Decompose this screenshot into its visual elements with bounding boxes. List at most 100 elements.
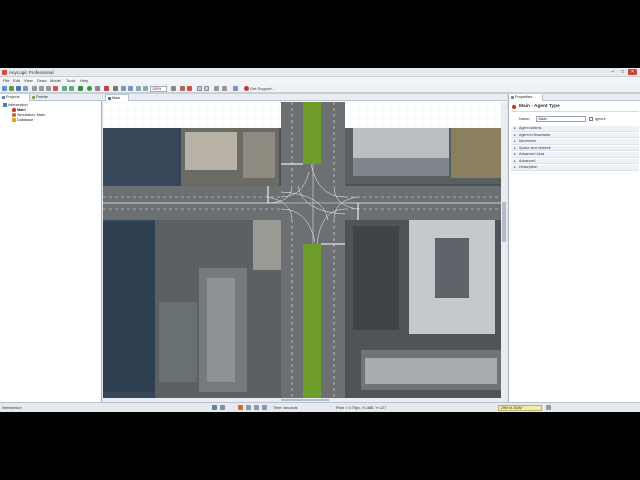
menu-draw[interactable]: Draw [37,78,46,83]
roof-bottom-left-2 [159,302,197,382]
median-south [303,244,321,398]
properties-divider [511,111,639,112]
snap-toggle-icon[interactable] [204,86,209,91]
zoom-select[interactable]: 100% [150,85,167,92]
properties-panel: Properties Main - Agent Type Name: Main … [508,94,640,402]
tab-properties[interactable]: Properties [509,94,543,101]
run-dropdown-icon[interactable] [95,86,100,91]
align-icon[interactable] [222,86,227,91]
section-advanced-java[interactable]: Advanced Java [511,152,639,158]
section-space-and-network[interactable]: Space and network [511,145,639,151]
tree-item-label: Intersection [8,103,28,107]
canvas-horizontal-scroll-thumb[interactable] [281,399,329,401]
zoom-in-status-icon[interactable] [254,405,259,410]
model-canvas[interactable] [103,102,507,402]
run-icon[interactable] [87,86,92,91]
agent-icon [107,96,111,101]
stop-icon[interactable] [104,86,109,91]
canvas-vertical-scroll-thumb[interactable] [502,202,506,242]
delete-icon[interactable] [53,86,58,91]
marker-icon[interactable] [187,86,192,91]
grid-icon[interactable] [212,405,217,410]
roof-top-right-2 [451,128,501,178]
section-description[interactable]: Description [511,165,639,171]
zoom-reset-icon[interactable] [143,86,148,91]
undo-icon[interactable] [62,86,67,91]
cursor-coordinates: Pixel = 0.75px, X=388, Y=127 [336,405,387,410]
median-north [303,102,321,164]
copy-icon[interactable] [39,86,44,91]
close-button[interactable]: × [628,69,637,75]
section-movement[interactable]: Movement [511,139,639,145]
pointer-icon[interactable] [180,86,185,91]
name-label: Name: [519,117,531,121]
palette-icon [31,95,35,100]
properties-title: Main - Agent Type [519,104,560,109]
roof-bottom-left-ridge [207,278,235,382]
status-selection: Intersection [2,405,22,410]
canvas-vertical-scrollbar[interactable] [501,102,507,402]
section-advanced[interactable]: Advanced [511,158,639,164]
rooftop-structure [435,238,469,298]
section-agent-actions[interactable]: Agent actions [511,126,639,132]
tab-projects[interactable]: Projects [0,94,30,101]
cut-icon[interactable] [32,86,37,91]
water-area-dark [103,222,158,392]
menu-file[interactable]: File [3,78,9,83]
support-icon [244,86,249,91]
time-units: Time: seconds [273,405,298,410]
debug-icon[interactable] [113,86,118,91]
tools-icon[interactable] [233,86,238,91]
window-title: AnyLogic Professional [9,70,54,75]
tree-item-database[interactable]: Database [12,118,33,123]
roof-bottom-right-1 [353,226,399,330]
layout-icon[interactable] [214,86,219,91]
menu-view[interactable]: View [24,78,33,83]
main-toolbar: 100% Get Support... [0,84,640,93]
tab-main-label: Main [112,96,121,100]
tab-main[interactable]: Main [105,94,129,101]
grid-toggle-icon[interactable] [197,86,202,91]
agent-icon [512,105,516,109]
minimize-button[interactable]: – [608,69,617,75]
properties-icon [510,95,514,100]
roof-top-left [185,132,237,170]
zoom-fit-icon[interactable] [136,86,141,91]
get-support-button[interactable]: Get Support... [250,86,275,91]
save-icon[interactable] [16,86,21,91]
maximize-button[interactable]: □ [618,69,627,75]
build-icon[interactable] [78,86,83,91]
zoom-out-icon[interactable] [128,86,133,91]
left-panel-tabs: Projects Palette [0,94,102,101]
section-agent-in-flowcharts[interactable]: Agent in flowcharts [511,132,639,138]
agent-icon [12,108,16,112]
memory-indicator[interactable]: 29M of 254M [498,404,542,411]
snap-icon[interactable] [220,405,225,410]
tree-item-label: Database [17,118,34,122]
tab-palette[interactable]: Palette [30,94,56,101]
paste-icon[interactable] [46,86,51,91]
open-icon[interactable] [9,86,14,91]
zoom-in-icon[interactable] [121,86,126,91]
anylogic-window: AnyLogic Professional – □ × File Edit Vi… [0,68,640,412]
database-icon [12,118,16,122]
zoom-fit-status-icon[interactable] [262,405,267,410]
new-icon[interactable] [2,86,7,91]
tree-item-label: Simulation: Main [17,113,46,117]
name-field[interactable]: Main [536,115,586,122]
tab-palette-label: Palette [36,95,48,99]
menu-tools[interactable]: Tools [66,78,75,83]
zoom-dropdown-icon[interactable] [171,86,176,91]
save-all-icon[interactable] [23,86,28,91]
menu-model[interactable]: Model [50,78,61,83]
menu-edit[interactable]: Edit [13,78,20,83]
roof-bottom-left-3 [253,220,281,270]
garbage-collect-icon[interactable] [546,405,551,410]
zoom-out-status-icon[interactable] [246,405,251,410]
ignore-checkbox[interactable] [589,116,593,121]
layers-icon[interactable] [238,405,243,410]
right-panel-tabs: Properties [509,94,640,101]
redo-icon[interactable] [69,86,74,91]
menu-help[interactable]: Help [80,78,88,83]
tab-properties-label: Properties [515,95,533,99]
